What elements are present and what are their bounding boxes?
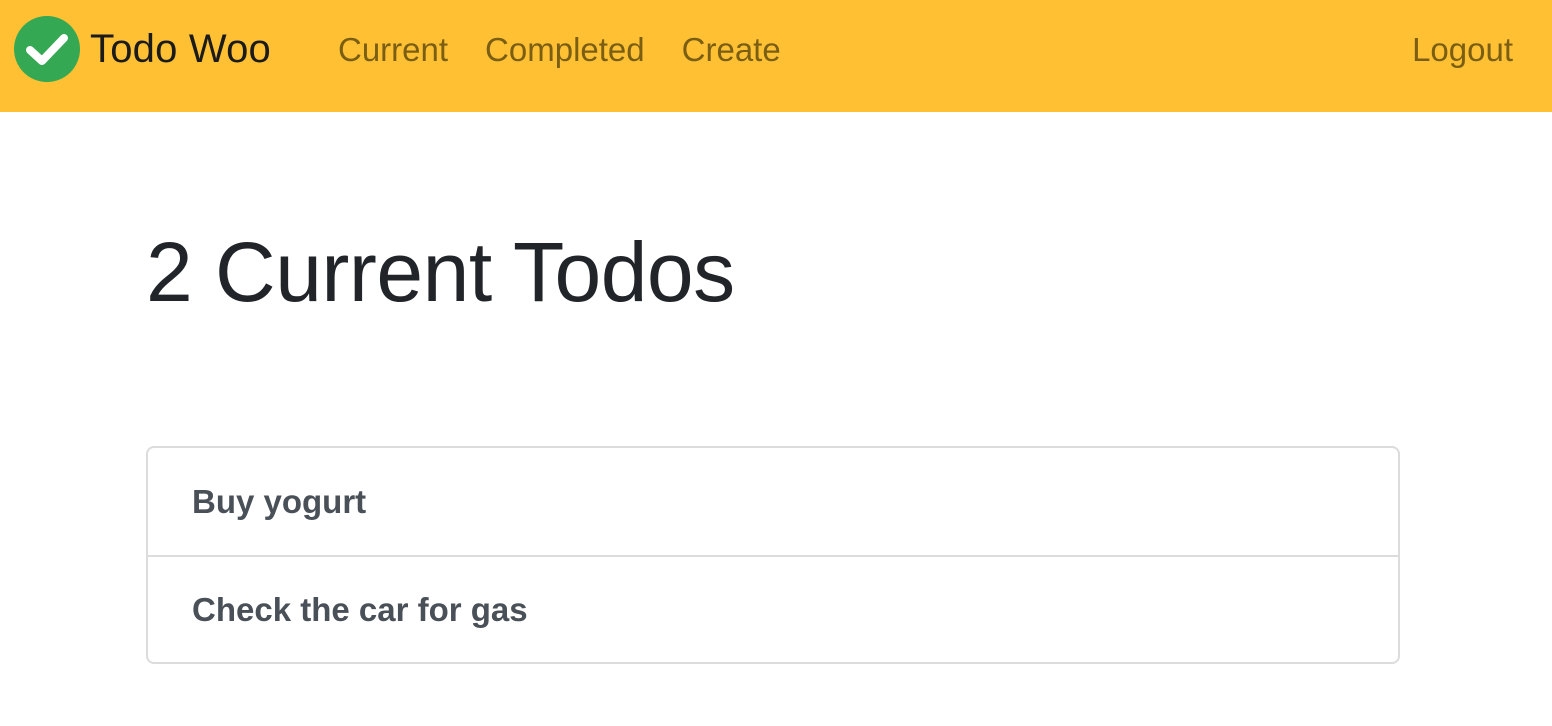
nav-link-current[interactable]: Current (338, 28, 448, 72)
navbar: Todo Woo Current Completed Create Logout (0, 0, 1552, 112)
check-circle-icon (14, 16, 80, 82)
brand-name: Todo Woo (90, 27, 271, 71)
nav-links: Current Completed Create (338, 28, 818, 72)
logout-link[interactable]: Logout (1412, 28, 1513, 72)
nav-link-create[interactable]: Create (682, 28, 781, 72)
brand-link[interactable]: Todo Woo (14, 16, 271, 82)
todo-item-buy-yogurt[interactable]: Buy yogurt (148, 448, 1398, 555)
nav-link-completed[interactable]: Completed (485, 28, 645, 72)
page-title: 2 Current Todos (146, 225, 735, 319)
todo-list: Buy yogurt Check the car for gas (146, 446, 1400, 664)
todo-item-check-car-gas[interactable]: Check the car for gas (148, 555, 1398, 662)
